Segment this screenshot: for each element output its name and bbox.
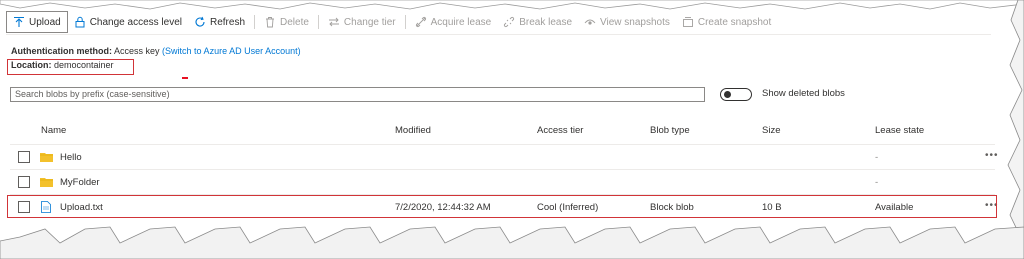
change-access-level-label: Change access level: [89, 16, 182, 28]
column-header-access-tier[interactable]: Access tier: [537, 125, 583, 136]
authentication-method: Authentication method: Access key (Switc…: [11, 46, 301, 56]
link-icon: [415, 16, 427, 28]
toggle-knob: [724, 91, 731, 98]
torn-edge-bottom: [0, 226, 1024, 259]
column-header-lease-state[interactable]: Lease state: [875, 125, 924, 136]
red-mark: [182, 77, 188, 79]
upload-icon: [13, 16, 25, 28]
row-checkbox[interactable]: [18, 176, 30, 188]
upload-label: Upload: [29, 16, 61, 28]
folder-icon: [40, 178, 53, 187]
snapshot-icon: [682, 16, 694, 28]
row-divider: [10, 169, 995, 170]
refresh-button[interactable]: Refresh: [188, 12, 251, 32]
upload-button[interactable]: Upload: [6, 11, 68, 33]
swap-arrows-icon: [328, 16, 340, 28]
break-lease-label: Break lease: [519, 16, 573, 28]
delete-button[interactable]: Delete: [258, 12, 315, 32]
column-header-modified[interactable]: Modified: [395, 125, 431, 136]
row-highlight-box: [7, 195, 997, 218]
switch-auth-link[interactable]: (Switch to Azure AD User Account): [162, 46, 301, 56]
toolbar-divider: [254, 15, 255, 29]
show-deleted-label: Show deleted blobs: [762, 88, 845, 99]
view-snapshots-label: View snapshots: [600, 16, 670, 28]
lock-icon: [74, 16, 86, 28]
auth-label: Authentication method:: [11, 46, 112, 56]
refresh-label: Refresh: [209, 16, 245, 28]
toolbar-divider: [317, 15, 319, 29]
break-lease-button[interactable]: Break lease: [497, 12, 578, 32]
eye-icon: [584, 16, 596, 28]
row-name[interactable]: Hello: [60, 152, 82, 163]
refresh-icon: [194, 16, 206, 28]
trash-icon: [264, 16, 276, 28]
torn-edge-right: [1007, 0, 1024, 259]
create-snapshot-label: Create snapshot: [697, 16, 772, 28]
location-highlight-box: [7, 59, 134, 75]
delete-label: Delete: [280, 16, 309, 28]
search-blobs-input[interactable]: Search blobs by prefix (case-sensitive): [10, 87, 705, 102]
create-snapshot-button[interactable]: Create snapshot: [676, 12, 777, 32]
change-tier-button[interactable]: Change tier: [322, 12, 402, 32]
more-actions-icon[interactable]: •••: [985, 150, 999, 161]
row-checkbox[interactable]: [18, 151, 30, 163]
command-toolbar: Upload Change access level Refresh Delet…: [6, 10, 991, 35]
header-divider: [10, 144, 995, 145]
row-name[interactable]: MyFolder: [60, 177, 100, 188]
column-header-name[interactable]: Name: [41, 125, 66, 136]
toolbar-divider: [404, 15, 406, 29]
folder-icon: [40, 153, 53, 162]
change-tier-label: Change tier: [343, 16, 396, 28]
row-lease-state: -: [875, 177, 879, 188]
show-deleted-toggle[interactable]: [720, 88, 752, 101]
acquire-lease-label: Acquire lease: [430, 16, 492, 28]
acquire-lease-button[interactable]: Acquire lease: [409, 12, 498, 32]
auth-value: Access key: [114, 46, 160, 56]
column-header-size[interactable]: Size: [762, 125, 780, 136]
column-header-blob-type[interactable]: Blob type: [650, 125, 690, 136]
view-snapshots-button[interactable]: View snapshots: [578, 12, 676, 32]
broken-link-icon: [503, 16, 515, 28]
change-access-level-button[interactable]: Change access level: [68, 12, 188, 32]
row-lease-state: -: [875, 152, 879, 163]
